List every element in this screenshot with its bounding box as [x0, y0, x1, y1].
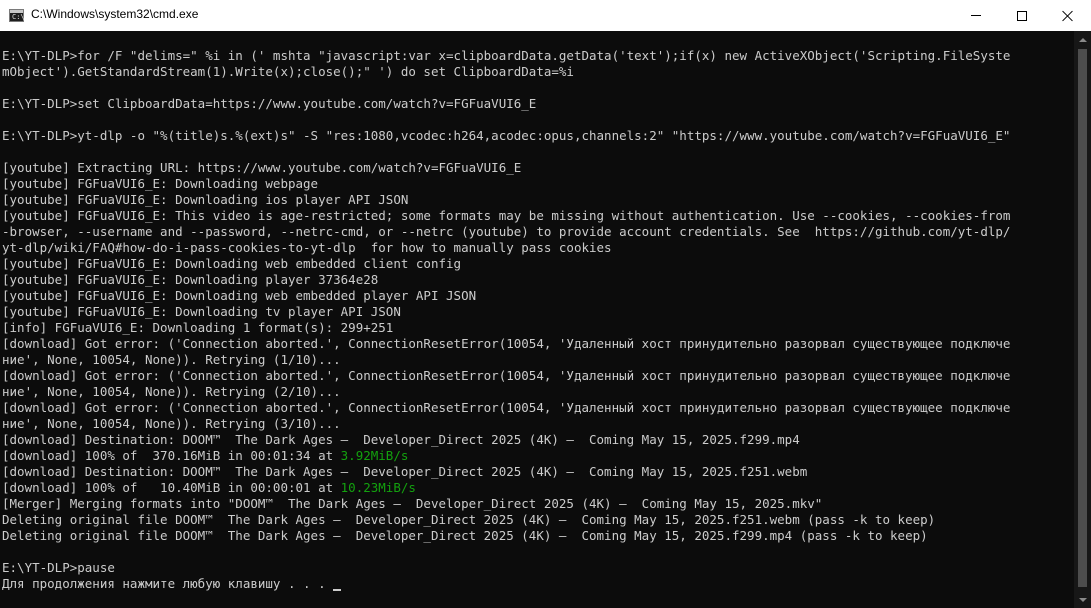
console-line-text: [download] Destination: DOOM™ The Dark A… [2, 464, 808, 479]
console-line-text: [download] 100% of 10.40MiB in 00:00:01 … [2, 480, 341, 495]
console-line-text: [youtube] FGFuaVUI6_E: Downloading web e… [2, 288, 477, 303]
console-line-text: yt-dlp/wiki/FAQ#how-do-i-pass-cookies-to… [2, 240, 612, 255]
console-line-text: mObject').GetStandardStream(1).Write(x);… [2, 64, 574, 79]
console-line: -browser, --username and --password, --n… [2, 224, 1074, 240]
download-speed: 10.23MiB/s [340, 480, 416, 495]
console-line: [info] FGFuaVUI6_E: Downloading 1 format… [2, 320, 1074, 336]
console-line: Для продолжения нажмите любую клавишу . … [2, 576, 1074, 592]
console-line: [youtube] FGFuaVUI6_E: Downloading web e… [2, 288, 1074, 304]
minimize-button[interactable] [953, 0, 999, 31]
cmd-icon-prompt: C:\ [12, 13, 25, 21]
console-line: E:\YT-DLP>for /F "delims=" %i in (' msht… [2, 48, 1074, 64]
console-line: [download] 100% of 370.16MiB in 00:01:34… [2, 448, 1074, 464]
console-line: [youtube] FGFuaVUI6_E: Downloading playe… [2, 272, 1074, 288]
console-line: Deleting original file DOOM™ The Dark Ag… [2, 528, 1074, 544]
console-line-text: [youtube] FGFuaVUI6_E: Downloading tv pl… [2, 304, 401, 319]
scroll-down-button[interactable] [1074, 591, 1091, 608]
close-button[interactable] [1045, 0, 1091, 31]
console-line: [youtube] FGFuaVUI6_E: Downloading webpa… [2, 176, 1074, 192]
window-title: C:\Windows\system32\cmd.exe [31, 7, 199, 21]
console-line-text: Deleting original file DOOM™ The Dark Ag… [2, 528, 928, 543]
maximize-icon [1017, 10, 1027, 21]
console-line-text: E:\YT-DLP>set ClipboardData=https://www.… [2, 96, 537, 111]
console-line-text: [youtube] FGFuaVUI6_E: Downloading web e… [2, 256, 462, 271]
scroll-down-arrow-icon [1078, 597, 1087, 602]
console-line: [youtube] FGFuaVUI6_E: Downloading tv pl… [2, 304, 1074, 320]
console-line-text: E:\YT-DLP>yt-dlp -o "%(title)s.%(ext)s" … [2, 128, 1011, 143]
vertical-scrollbar[interactable] [1074, 31, 1091, 608]
console-line: [download] Destination: DOOM™ The Dark A… [2, 432, 1074, 448]
console-line-text: [info] FGFuaVUI6_E: Downloading 1 format… [2, 320, 394, 335]
console-line-text: Deleting original file DOOM™ The Dark Ag… [2, 512, 936, 527]
console-line: [youtube] Extracting URL: https://www.yo… [2, 160, 1074, 176]
console-line-text: [youtube] Extracting URL: https://www.yo… [2, 160, 522, 175]
console-line: E:\YT-DLP>yt-dlp -o "%(title)s.%(ext)s" … [2, 128, 1074, 144]
console-line: E:\YT-DLP>set ClipboardData=https://www.… [2, 96, 1074, 112]
console-line: [youtube] FGFuaVUI6_E: This video is age… [2, 208, 1074, 224]
console-line: [download] Destination: DOOM™ The Dark A… [2, 464, 1074, 480]
minimize-icon [971, 15, 981, 16]
title-bar[interactable]: C:\ C:\Windows\system32\cmd.exe [0, 0, 1091, 31]
console-line-text: [youtube] FGFuaVUI6_E: Downloading ios p… [2, 192, 409, 207]
console-line: [youtube] FGFuaVUI6_E: Downloading web e… [2, 256, 1074, 272]
download-speed: 3.92MiB/s [340, 448, 409, 463]
close-icon [1062, 10, 1074, 22]
console-line-text: [download] Destination: DOOM™ The Dark A… [2, 432, 800, 447]
console-line: [youtube] FGFuaVUI6_E: Downloading ios p… [2, 192, 1074, 208]
console-output[interactable]: E:\YT-DLP>for /F "delims=" %i in (' msht… [2, 32, 1074, 608]
console-line: yt-dlp/wiki/FAQ#how-do-i-pass-cookies-to… [2, 240, 1074, 256]
console-line-text: [download] Got error: ('Connection abort… [2, 400, 1011, 415]
console-line-text: -browser, --username and --password, --n… [2, 224, 1011, 239]
maximize-button[interactable] [999, 0, 1045, 31]
console-line: [download] Got error: ('Connection abort… [2, 336, 1074, 352]
console-line-text: [youtube] FGFuaVUI6_E: Downloading webpa… [2, 176, 319, 191]
console-line-text: E:\YT-DLP>for /F "delims=" %i in (' msht… [2, 48, 1011, 63]
console-line: E:\YT-DLP>pause [2, 560, 1074, 576]
cmd-window: C:\ C:\Windows\system32\cmd.exe E:\YT-DL… [0, 0, 1091, 608]
console-line: mObject').GetStandardStream(1).Write(x);… [2, 64, 1074, 80]
console-line: ние', None, 10054, None)). Retrying (1/1… [2, 352, 1074, 368]
console-line-text: E:\YT-DLP>pause [2, 560, 115, 575]
console-line-text: Для продолжения нажмите любую клавишу . … [2, 576, 334, 591]
scroll-thumb[interactable] [1078, 49, 1087, 587]
console-line: [download] Got error: ('Connection abort… [2, 400, 1074, 416]
cmd-console-icon[interactable]: C:\ [9, 9, 25, 22]
console-line-text: ние', None, 10054, None)). Retrying (2/1… [2, 384, 341, 399]
console-line-text: [youtube] FGFuaVUI6_E: Downloading playe… [2, 272, 379, 287]
console-line-text: [download] Got error: ('Connection abort… [2, 368, 1011, 383]
console-line: [Merger] Merging formats into "DOOM™ The… [2, 496, 1074, 512]
console-line: [download] 100% of 10.40MiB in 00:00:01 … [2, 480, 1074, 496]
console-line: ние', None, 10054, None)). Retrying (3/1… [2, 416, 1074, 432]
console-line: Deleting original file DOOM™ The Dark Ag… [2, 512, 1074, 528]
console-line-text: [youtube] FGFuaVUI6_E: This video is age… [2, 208, 1011, 223]
console-line-text: [download] Got error: ('Connection abort… [2, 336, 1011, 351]
scroll-up-button[interactable] [1074, 31, 1091, 48]
console-line: [download] Got error: ('Connection abort… [2, 368, 1074, 384]
text-cursor [333, 589, 342, 591]
console-line: ние', None, 10054, None)). Retrying (2/1… [2, 384, 1074, 400]
scroll-up-arrow-icon [1078, 37, 1087, 42]
console-line-text: ние', None, 10054, None)). Retrying (3/1… [2, 416, 341, 431]
console-line-text: [Merger] Merging formats into "DOOM™ The… [2, 496, 823, 511]
console-line-text: [download] 100% of 370.16MiB in 00:01:34… [2, 448, 341, 463]
console-line-text: ние', None, 10054, None)). Retrying (1/1… [2, 352, 341, 367]
